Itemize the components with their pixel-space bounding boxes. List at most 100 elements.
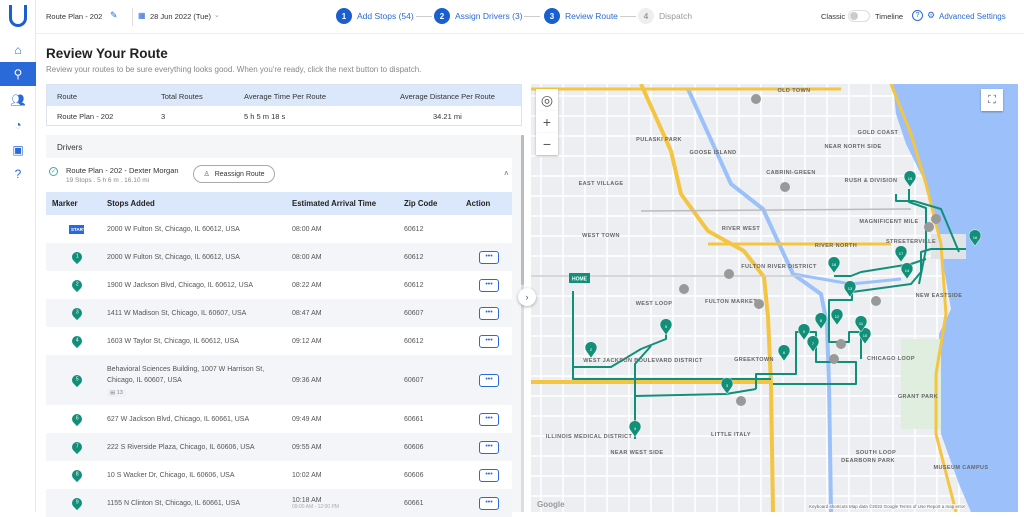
stops-table: Marker Stops Added Estimated Arrival Tim… [46, 192, 512, 517]
more-actions-button[interactable]: ••• [479, 306, 499, 320]
advanced-settings-link[interactable]: Advanced Settings [939, 12, 1006, 21]
area-label: NEAR NORTH SIDE [824, 144, 881, 150]
zip-code: 60612 [398, 215, 460, 243]
table-row: 9 1155 N Clinton St, Chicago, IL 60661, … [46, 489, 512, 517]
step-dispatch[interactable]: 4 Dispatch [638, 8, 692, 24]
route-planner-icon[interactable]: ⚲ [0, 62, 36, 86]
reports-icon[interactable]: ◔ [0, 113, 36, 137]
table-row: 8 10 S Wacker Dr, Chicago, IL 60606, USA… [46, 461, 512, 489]
help-icon[interactable]: ? [912, 10, 923, 21]
table-row: 3 1411 W Madison St, Chicago, IL 60607, … [46, 299, 512, 327]
zip-code: 60606 [398, 461, 460, 489]
edit-icon[interactable]: ✎ [110, 10, 118, 21]
stop-marker-icon: 6 [69, 411, 84, 427]
column-header: Stops Added [101, 192, 286, 215]
app-logo [9, 5, 27, 27]
stop-marker-icon: 2 [69, 277, 84, 293]
zoom-in-button[interactable]: + [536, 111, 558, 133]
area-label: GRANT PARK [898, 394, 938, 400]
area-label: NEW EASTSIDE [916, 293, 963, 299]
map-footer[interactable]: Keyboard shortcuts Map data ©2022 Google… [809, 504, 966, 509]
summary-header: Route [57, 92, 78, 101]
step-assign-drivers[interactable]: 2 Assign Drivers (3) [434, 8, 523, 24]
stop-address: 627 W Jackson Blvd, Chicago, IL 60661, U… [101, 405, 286, 433]
help-icon[interactable]: ? [0, 162, 36, 186]
other-route-marker-icon [724, 269, 734, 279]
summary-value: Route Plan - 202 [57, 112, 114, 121]
stop-marker-number: 18 [832, 262, 837, 267]
panel-scrollbar[interactable] [521, 135, 524, 512]
eta: 09:49 AM [286, 405, 398, 433]
chevron-up-icon[interactable]: ˄ [504, 169, 509, 178]
area-label: GOOSE ISLAND [690, 150, 737, 156]
chevron-down-icon[interactable]: ⌄ [214, 11, 220, 19]
table-row: 5 Behavioral Sciences Building, 1007 W H… [46, 355, 512, 405]
stop-marker-number: 10 [863, 333, 868, 338]
area-label: CABRINI-GREEN [766, 170, 816, 176]
toggle-timeline-label: Timeline [875, 12, 904, 21]
stop-address: 2000 W Fulton St, Chicago, IL 60612, USA [101, 243, 286, 271]
home-icon[interactable]: ⌂ [0, 38, 36, 62]
driver-route-header[interactable]: ✓ Route Plan - 202 - Dexter Morgan 19 St… [46, 158, 512, 192]
zip-code: 60606 [398, 433, 460, 461]
area-label: NEAR WEST SIDE [611, 450, 664, 456]
page-title: Review Your Route [46, 46, 168, 61]
area-label: EAST VILLAGE [579, 181, 624, 187]
other-route-marker-icon [751, 94, 761, 104]
eta: 08:47 AM [286, 299, 398, 327]
zip-code: 60612 [398, 243, 460, 271]
step-add-stops[interactable]: 1 Add Stops (54) [336, 8, 414, 24]
stop-marker-number: 17 [899, 251, 904, 256]
eta: 08:00 AM [286, 243, 398, 271]
date-picker[interactable]: 28 Jun 2022 (Tue) [150, 12, 211, 21]
other-route-marker-icon [829, 354, 839, 364]
more-actions-button[interactable]: ••• [479, 250, 499, 264]
home-label: HOME [572, 277, 588, 283]
stop-marker-icon: 5 [69, 372, 84, 388]
zoom-out-button[interactable]: − [536, 133, 558, 155]
more-actions-button[interactable]: ••• [479, 373, 499, 387]
calendar-icon: ▦ [138, 11, 146, 20]
other-route-marker-icon [924, 222, 934, 232]
stop-marker-icon: 8 [69, 467, 84, 483]
eta: 08:22 AM [286, 271, 398, 299]
area-label: WEST TOWN [582, 233, 620, 239]
map-canvas[interactable]: OLD TOWN PULASKI PARK GOOSE ISLAND GOLD COA… [531, 84, 1018, 512]
gear-icon[interactable]: ⚙ [927, 10, 935, 21]
table-row: 7 222 S Riverside Plaza, Chicago, IL 606… [46, 433, 512, 461]
view-toggle[interactable] [848, 10, 870, 22]
stop-address: 1603 W Taylor St, Chicago, IL 60612, USA [101, 327, 286, 355]
stop-address: Behavioral Sciences Building, 1007 W Har… [101, 355, 286, 405]
eta: 10:18 AM 09:00 AM - 12:00 PM [286, 489, 398, 517]
users-icon[interactable]: 👥︎ [0, 88, 36, 112]
more-actions-button[interactable]: ••• [479, 334, 499, 348]
contacts-icon[interactable]: ▣ [0, 138, 36, 162]
stop-address: 2000 W Fulton St, Chicago, IL 60612, USA [101, 215, 286, 243]
more-actions-button[interactable]: ••• [479, 468, 499, 482]
area-label: GREEKTOWN [734, 357, 774, 363]
fullscreen-icon[interactable]: ⛶ [981, 89, 1003, 111]
more-actions-button[interactable]: ••• [479, 278, 499, 292]
column-header: Marker [46, 192, 101, 215]
step-review-route[interactable]: 3 Review Route [544, 8, 618, 24]
more-actions-button[interactable]: ••• [479, 412, 499, 426]
divider [132, 8, 133, 26]
navy-pier [931, 234, 966, 259]
other-route-marker-icon [836, 339, 846, 349]
summary-header: Average Distance Per Route [400, 92, 495, 101]
more-actions-button[interactable]: ••• [479, 440, 499, 454]
table-row: 2 1900 W Jackson Blvd, Chicago, IL 60612… [46, 271, 512, 299]
area-label: FULTON RIVER DISTRICT [741, 264, 817, 270]
other-route-marker-icon [931, 214, 941, 224]
area-label: RIVER WEST [722, 226, 760, 232]
locate-icon[interactable]: ◎ [536, 89, 558, 111]
toggle-classic-label: Classic [821, 12, 846, 21]
more-actions-button[interactable]: ••• [479, 496, 499, 510]
route-map[interactable]: OLD TOWN PULASKI PARK GOOSE ISLAND GOLD COA… [531, 84, 1018, 512]
reassign-route-button[interactable]: ♙ Reassign Route [193, 165, 275, 183]
collapse-panel-button[interactable]: › [518, 288, 536, 306]
area-label: DEARBORN PARK [841, 458, 895, 464]
area-label: OLD TOWN [777, 88, 810, 94]
zip-code: 60607 [398, 299, 460, 327]
area-label: FULTON MARKET [705, 299, 757, 305]
